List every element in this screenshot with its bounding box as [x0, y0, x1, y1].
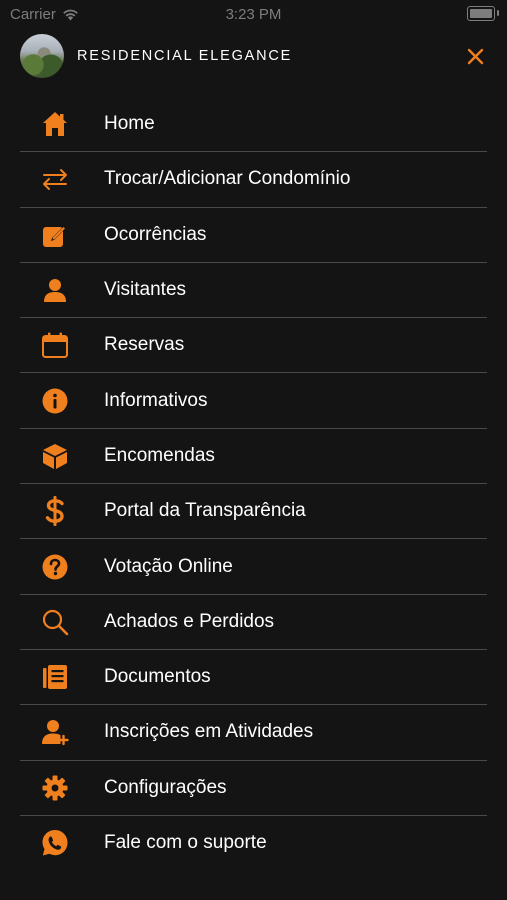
- menu-item-fale-suporte[interactable]: Fale com o suporte: [20, 816, 487, 870]
- document-icon: [40, 662, 70, 692]
- menu-item-label: Fale com o suporte: [104, 832, 267, 853]
- status-time: 3:23 PM: [225, 6, 282, 23]
- menu-item-documentos[interactable]: Documentos: [20, 650, 487, 706]
- menu-item-achados-perdidos[interactable]: Achados e Perdidos: [20, 595, 487, 650]
- menu-item-label: Home: [104, 113, 155, 135]
- question-icon: [40, 552, 70, 582]
- close-button[interactable]: [463, 44, 487, 68]
- menu-item-reservas[interactable]: Reservas: [20, 318, 487, 374]
- person-icon: [40, 275, 70, 305]
- menu-item-label: Reservas: [104, 334, 185, 356]
- menu-item-informativos[interactable]: Informativos: [20, 373, 487, 429]
- edit-note-icon: [40, 220, 70, 250]
- menu-item-inscricoes-atividades[interactable]: Inscrições em Atividades: [20, 705, 487, 761]
- menu-item-label: Inscrições em Atividades: [104, 721, 314, 743]
- menu-item-label: Achados e Perdidos: [104, 610, 275, 632]
- side-menu: Home Trocar/Adicionar Condomínio Ocorrên…: [20, 97, 487, 870]
- menu-item-label: Votação Online: [104, 555, 233, 577]
- menu-item-label: Documentos: [104, 666, 211, 688]
- menu-item-home[interactable]: Home: [20, 97, 487, 153]
- close-icon: [467, 48, 483, 64]
- battery-icon: [467, 6, 499, 21]
- condo-name: RESIDENCIAL ELEGANCE: [77, 48, 293, 64]
- menu-item-label: Portal da Transparência: [104, 500, 306, 522]
- drawer-header: RESIDENCIAL ELEGANCE: [20, 34, 487, 78]
- menu-item-label: Visitantes: [104, 279, 187, 301]
- status-bar: Carrier 3:23 PM: [0, 0, 507, 28]
- menu-item-trocar-condominio[interactable]: Trocar/Adicionar Condomínio: [20, 152, 487, 208]
- whatsapp-icon: [40, 828, 70, 858]
- search-icon: [40, 607, 70, 637]
- person-add-icon: [40, 717, 70, 747]
- menu-item-visitantes[interactable]: Visitantes: [20, 263, 487, 319]
- menu-item-configuracoes[interactable]: Configurações: [20, 761, 487, 816]
- condo-avatar: [20, 34, 64, 78]
- info-icon: [40, 386, 70, 416]
- calendar-icon: [40, 330, 70, 360]
- swap-arrows-icon: [40, 164, 70, 194]
- menu-item-label: Informativos: [104, 389, 208, 411]
- dollar-icon: [40, 496, 70, 527]
- menu-item-votacao-online[interactable]: Votação Online: [20, 539, 487, 595]
- menu-item-encomendas[interactable]: Encomendas: [20, 429, 487, 485]
- menu-item-label: Encomendas: [104, 444, 215, 466]
- home-icon: [40, 109, 70, 139]
- menu-item-label: Trocar/Adicionar Condomínio: [104, 168, 351, 190]
- package-icon: [40, 441, 70, 471]
- gear-icon: [40, 773, 70, 803]
- menu-item-ocorrencias[interactable]: Ocorrências: [20, 208, 487, 263]
- menu-item-label: Ocorrências: [104, 223, 207, 245]
- menu-item-label: Configurações: [104, 776, 227, 798]
- menu-item-portal-transparencia[interactable]: Portal da Transparência: [20, 484, 487, 540]
